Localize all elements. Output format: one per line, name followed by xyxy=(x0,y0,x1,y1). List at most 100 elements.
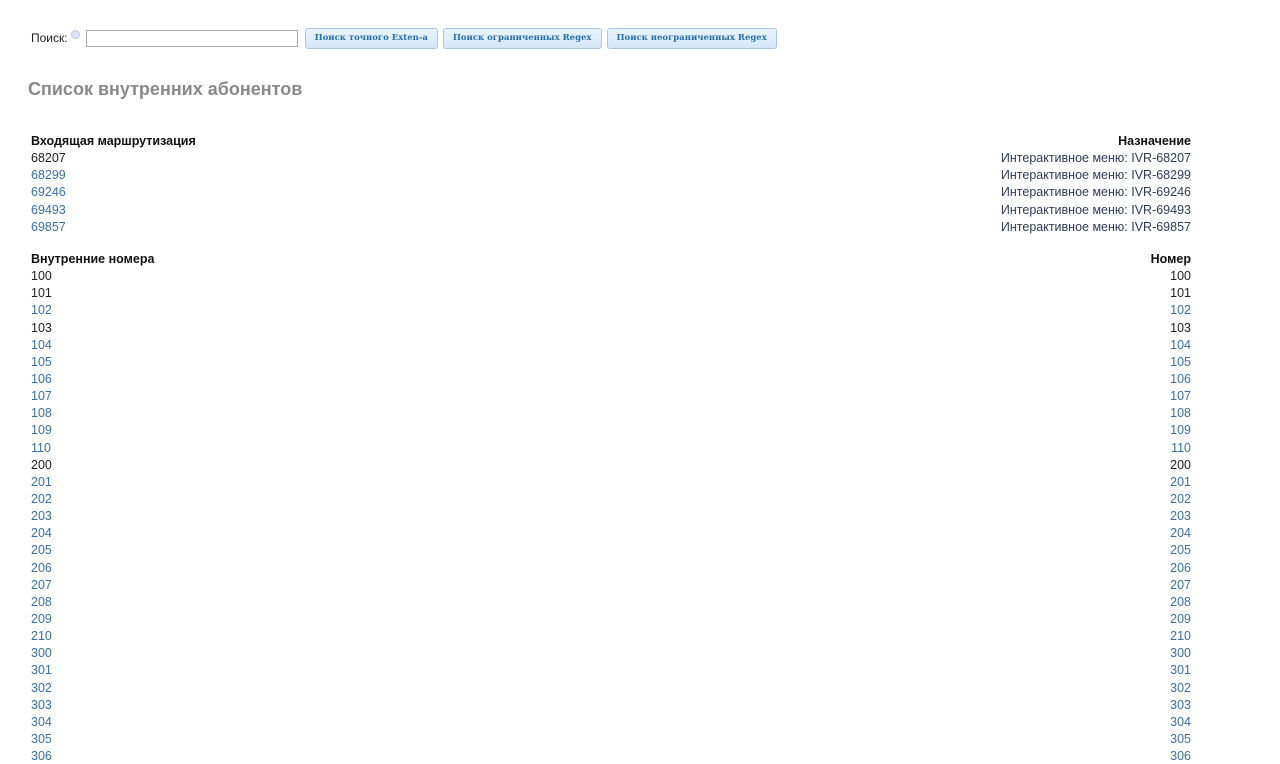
inbound-number: 68207 xyxy=(31,151,66,166)
extension-number[interactable]: 201 xyxy=(1170,474,1191,491)
extension-link[interactable]: 109 xyxy=(31,422,52,439)
table-row: 102 102 xyxy=(31,302,1191,319)
table-row: 205 205 xyxy=(31,542,1191,559)
limited-regex-search-button[interactable]: Поиск ограниченных Regex xyxy=(442,27,602,49)
table-row: 100 100 xyxy=(31,268,1191,285)
table-row: 104 104 xyxy=(31,337,1191,354)
extension-number[interactable]: 110 xyxy=(1171,440,1191,457)
extension-number: 100 xyxy=(1170,269,1191,284)
inbound-number[interactable]: 69246 xyxy=(31,184,66,201)
exact-exten-search-button[interactable]: Поиск точного Exten-a xyxy=(304,27,438,49)
inbound-number[interactable]: 69493 xyxy=(31,202,66,219)
table-row: 300 300 xyxy=(31,645,1191,662)
extension-link[interactable]: 210 xyxy=(31,628,52,645)
extension-number[interactable]: 209 xyxy=(1170,611,1191,628)
extension-number[interactable]: 106 xyxy=(1170,371,1191,388)
extension-link[interactable]: 305 xyxy=(31,731,52,748)
table-row: 109 109 xyxy=(31,422,1191,439)
extension-link[interactable]: 303 xyxy=(31,697,52,714)
extension-link[interactable]: 203 xyxy=(31,508,52,525)
table-row: 202 202 xyxy=(31,491,1191,508)
extensions-table: Внутренние номера Номер 100 100 101 101 102 1… xyxy=(31,251,1191,764)
extension-number[interactable]: 102 xyxy=(1170,302,1191,319)
extension-link: 100 xyxy=(31,269,52,284)
table-row: 68207 Интерактивное меню: IVR-68207 xyxy=(31,150,1191,167)
extension-number: 103 xyxy=(1170,320,1191,335)
table-row: 208 208 xyxy=(31,594,1191,611)
extension-number[interactable]: 306 xyxy=(1170,748,1191,764)
search-label: Поиск: xyxy=(31,31,68,45)
extension-number[interactable]: 305 xyxy=(1170,731,1191,748)
extension-link[interactable]: 300 xyxy=(31,645,52,662)
extension-link[interactable]: 202 xyxy=(31,491,52,508)
search-input[interactable] xyxy=(85,29,298,47)
extension-number[interactable]: 108 xyxy=(1170,405,1191,422)
table-row: 306 306 xyxy=(31,748,1191,764)
inbound-table-header: Входящая маршрутизация Назначение xyxy=(31,133,1191,150)
extension-number[interactable]: 210 xyxy=(1170,628,1191,645)
table-row: 68299 Интерактивное меню: IVR-68299 xyxy=(31,167,1191,184)
unlimited-regex-search-button[interactable]: Поиск неограниченных Regex xyxy=(606,27,777,49)
extension-link[interactable]: 105 xyxy=(31,354,52,371)
extension-number[interactable]: 301 xyxy=(1170,662,1191,679)
extension-number[interactable]: 205 xyxy=(1170,542,1191,559)
table-row: 103 103 xyxy=(31,320,1191,337)
page-title: Список внутренних абонентов xyxy=(28,79,303,99)
table-row: 301 301 xyxy=(31,662,1191,679)
extension-link[interactable]: 302 xyxy=(31,680,52,697)
destination-value: Интерактивное меню: IVR-69857 xyxy=(1000,219,1191,234)
extension-number[interactable]: 203 xyxy=(1170,508,1191,525)
extension-number[interactable]: 303 xyxy=(1170,697,1191,714)
extension-number: 101 xyxy=(1170,286,1191,301)
extension-link[interactable]: 201 xyxy=(31,474,52,491)
extension-number[interactable]: 208 xyxy=(1170,594,1191,611)
extension-link[interactable]: 107 xyxy=(31,388,52,405)
extensions-column-header: Внутренние номера xyxy=(31,252,155,266)
inbound-number[interactable]: 69857 xyxy=(31,219,66,236)
extension-number[interactable]: 109 xyxy=(1170,422,1191,439)
destination-column-header: Назначение xyxy=(1118,134,1191,148)
destination-value: Интерактивное меню: IVR-68299 xyxy=(1000,168,1191,183)
table-row: 303 303 xyxy=(31,697,1191,714)
extension-link[interactable]: 204 xyxy=(31,525,52,542)
extension-link[interactable]: 108 xyxy=(31,405,52,422)
extension-link[interactable]: 304 xyxy=(31,714,52,731)
table-row: 203 203 xyxy=(31,508,1191,525)
table-row: 304 304 xyxy=(31,714,1191,731)
extension-number[interactable]: 206 xyxy=(1170,560,1191,577)
inbound-number[interactable]: 68299 xyxy=(31,167,66,184)
extension-number[interactable]: 104 xyxy=(1170,337,1191,354)
number-column-header: Номер xyxy=(1150,252,1191,266)
extension-link[interactable]: 106 xyxy=(31,371,52,388)
extension-link[interactable]: 206 xyxy=(31,560,52,577)
extension-number[interactable]: 300 xyxy=(1170,645,1191,662)
table-row: 107 107 xyxy=(31,388,1191,405)
extension-link: 101 xyxy=(31,286,52,301)
table-row: 69493 Интерактивное меню: IVR-69493 xyxy=(31,202,1191,219)
extension-link[interactable]: 209 xyxy=(31,611,52,628)
extension-number[interactable]: 202 xyxy=(1170,491,1191,508)
extension-link[interactable]: 102 xyxy=(31,302,52,319)
extension-number[interactable]: 304 xyxy=(1170,714,1191,731)
extension-number[interactable]: 302 xyxy=(1170,680,1191,697)
extension-number[interactable]: 207 xyxy=(1170,577,1191,594)
extension-link[interactable]: 110 xyxy=(31,440,51,457)
table-row: 209 209 xyxy=(31,611,1191,628)
extension-link[interactable]: 306 xyxy=(31,748,52,764)
extension-link[interactable]: 205 xyxy=(31,542,52,559)
extension-link[interactable]: 301 xyxy=(31,662,52,679)
table-row: 106 106 xyxy=(31,371,1191,388)
extensions-table-header: Внутренние номера Номер xyxy=(31,251,1191,268)
table-row: 302 302 xyxy=(31,680,1191,697)
table-row: 305 305 xyxy=(31,731,1191,748)
help-icon[interactable] xyxy=(70,29,80,39)
extension-link[interactable]: 207 xyxy=(31,577,52,594)
extension-link[interactable]: 104 xyxy=(31,337,52,354)
table-row: 108 108 xyxy=(31,405,1191,422)
table-row: 206 206 xyxy=(31,560,1191,577)
extension-link[interactable]: 208 xyxy=(31,594,52,611)
extension-number[interactable]: 105 xyxy=(1170,354,1191,371)
extension-number[interactable]: 107 xyxy=(1170,388,1191,405)
table-row: 200 200 xyxy=(31,457,1191,474)
extension-number[interactable]: 204 xyxy=(1170,525,1191,542)
